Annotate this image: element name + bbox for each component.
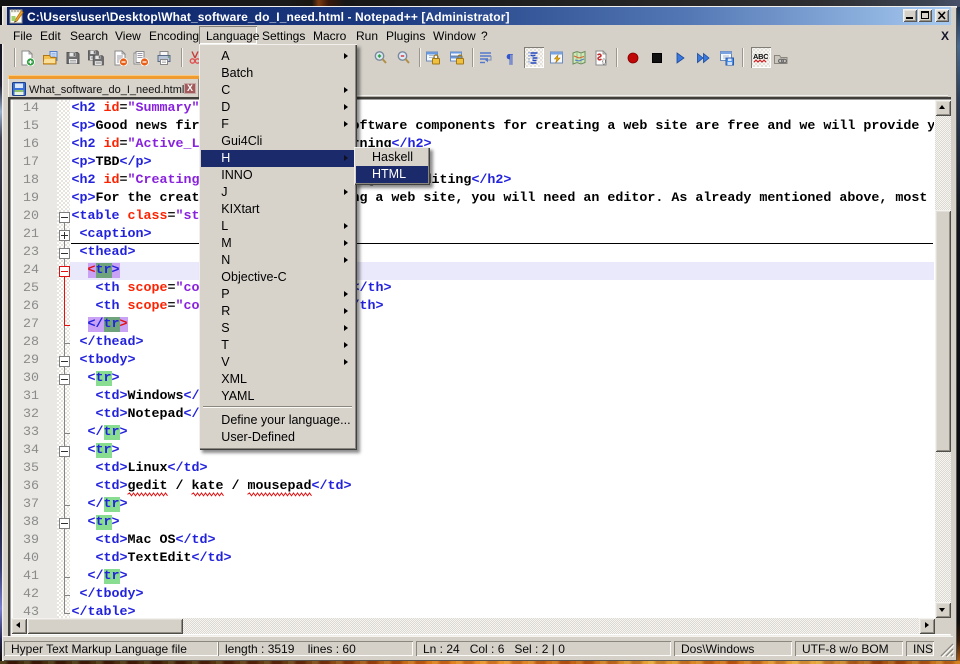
svg-text:ABC: ABC xyxy=(753,52,768,61)
svg-text:¶: ¶ xyxy=(506,52,514,66)
svg-text:{): {) xyxy=(602,59,606,65)
